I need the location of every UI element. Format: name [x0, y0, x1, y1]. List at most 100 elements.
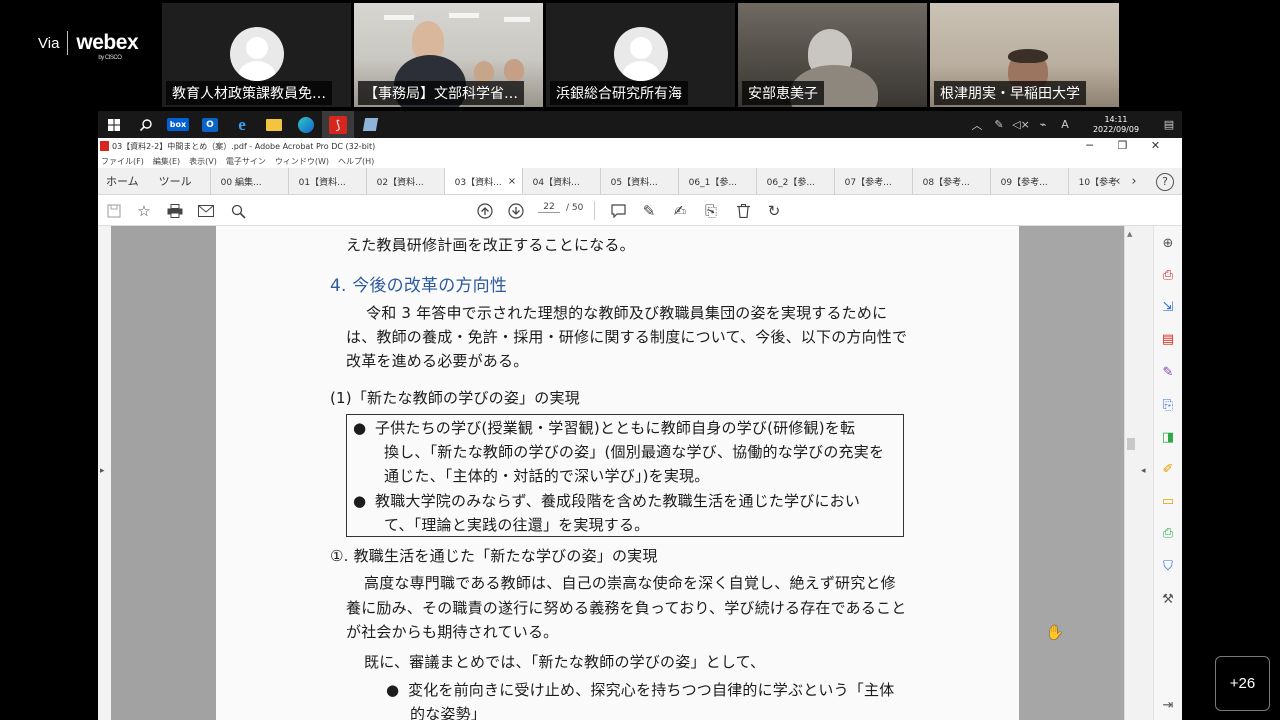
menu-esign[interactable]: 電子サイン [226, 156, 266, 167]
explorer-icon[interactable] [258, 111, 290, 138]
notification-icon[interactable]: ▤ [1156, 118, 1182, 131]
tab-close-icon[interactable]: × [508, 176, 516, 187]
print-production-icon[interactable]: ⎙ [1159, 524, 1177, 542]
ie-icon[interactable]: e [226, 111, 258, 138]
collapse-pane-icon[interactable]: ⇥ [1159, 696, 1177, 714]
create-pdf-icon[interactable]: ⇲ [1159, 298, 1177, 316]
chevron-right-icon[interactable]: › [1126, 174, 1142, 189]
tab-document[interactable]: 01【資料... [287, 168, 366, 194]
vertical-scrollbar[interactable]: ▲ [1124, 226, 1137, 720]
chevron-right-icon: ▸ [100, 466, 105, 476]
participant-tile[interactable]: 安部恵美子 [738, 3, 927, 107]
maximize-button[interactable]: ❐ [1106, 138, 1139, 154]
tools-pane: ⊕ ⎙ ⇲ ▤ ✎ ⎘ ◨ ✐ ▭ ⎙ ⛉ ⚒ ⇥ [1153, 226, 1182, 720]
page-down-icon[interactable] [506, 201, 526, 221]
menu-window[interactable]: ウィンドウ(W) [275, 156, 329, 167]
tab-document[interactable]: 04【資料... [521, 168, 600, 194]
doc-text: 換し、「新たな教師の学びの姿」(個別最適な学び、協働的な学びの充実を [384, 443, 885, 461]
doc-bullet: ● 教職大学院のみならず、養成段階を含めた教職生活を通じた学びにおい [353, 492, 861, 510]
doc-text: 的な姿勢」 [410, 705, 487, 720]
menu-edit[interactable]: 編集(E) [153, 156, 180, 167]
participant-tile[interactable]: 浜銀総合研究所有海 [546, 3, 735, 107]
mail-icon[interactable] [196, 201, 216, 221]
more-tools-icon[interactable]: ⚒ [1159, 590, 1177, 608]
windows-taskbar: box O e ⟆ ︿ ✎ ◁× ⌁ A 14:11 2022/09/09 ▤ [98, 111, 1182, 138]
left-panel-toggle[interactable]: ▸ [98, 226, 111, 720]
chevron-up-icon[interactable]: ︿ [966, 117, 988, 133]
chevron-left-icon: ◂ [1141, 466, 1146, 476]
help-icon[interactable]: ? [1156, 172, 1174, 191]
doc-text: 高度な専門職である教師は、自己の崇高な使命を深く自覚し、絶えず研究と修 [364, 574, 896, 592]
network-icon[interactable]: ⌁ [1032, 118, 1054, 131]
doc-text: 令和 3 年答申で示された理想的な教師及び教職員集団の姿を実現するために [366, 304, 888, 322]
trash-icon[interactable] [733, 201, 753, 221]
zoom-in-icon[interactable]: ⊕ [1159, 234, 1177, 252]
doc-text: は、教師の養成・免許・採用・研修に関する制度について、今後、以下の方向性で [346, 328, 908, 346]
tab-document[interactable]: 06_2【参... [755, 168, 834, 194]
pen-icon[interactable]: ✎ [988, 118, 1010, 131]
participant-tile[interactable]: 教育人材政策課教員免… [162, 3, 351, 107]
print-icon[interactable] [165, 201, 185, 221]
search-icon[interactable] [130, 111, 162, 138]
scroll-thumb[interactable] [1127, 438, 1135, 450]
star-icon[interactable]: ☆ [134, 201, 154, 221]
tab-document[interactable]: 02【資料... [365, 168, 444, 194]
sign-icon[interactable]: ✍ [670, 201, 690, 221]
tab-home[interactable]: ホーム [98, 168, 151, 194]
logo-divider [67, 31, 69, 55]
subsection-heading: (1)「新たな教師の学びの姿」の実現 [330, 389, 580, 407]
document-tabs: ホーム ツール 00 編集... 01【資料... 02【資料... 03【資料… [98, 168, 1182, 195]
zoom-icon[interactable] [228, 201, 248, 221]
window-title: 03【資料2-2】中間まとめ（案）.pdf - Adobe Acrobat Pr… [112, 141, 376, 151]
app-icon[interactable] [354, 111, 386, 138]
pen-icon[interactable]: ✎ [639, 201, 659, 221]
fill-sign-icon[interactable]: ✎ [1159, 363, 1177, 381]
comment-icon[interactable] [608, 201, 628, 221]
chevron-left-icon[interactable]: ‹ [1110, 174, 1126, 189]
outlook-icon[interactable]: O [194, 111, 226, 138]
document-viewport: ▸ えた教員研修計画を改正することになる。 4. 今後の改革の方向性 令和 3 … [98, 226, 1182, 720]
menu-view[interactable]: 表示(V) [189, 156, 217, 167]
protect-icon[interactable]: ⛉ [1159, 557, 1177, 575]
scroll-up-icon[interactable]: ▲ [1127, 230, 1132, 238]
acrobat-icon[interactable]: ⟆ [322, 111, 354, 138]
more-participants-button[interactable]: +26 [1215, 656, 1270, 711]
close-button[interactable]: ✕ [1139, 138, 1172, 154]
page-up-icon[interactable] [475, 201, 495, 221]
box-icon[interactable]: box [162, 111, 194, 138]
organize-icon[interactable]: ▤ [1159, 330, 1177, 348]
webex-logo: Via webex by CISCO [38, 30, 139, 61]
add-pdf-icon[interactable]: ⎘ [1159, 396, 1177, 414]
participant-tile[interactable]: 【事務局】文部科学省… [354, 3, 543, 107]
minimize-button[interactable]: ─ [1073, 138, 1106, 154]
right-panel-toggle[interactable]: ◂ [1137, 226, 1153, 720]
edit-pdf-icon[interactable]: ✐ [1159, 460, 1177, 478]
tab-document[interactable]: 08【参考... [911, 168, 990, 194]
pdf-page: えた教員研修計画を改正することになる。 4. 今後の改革の方向性 令和 3 年答… [216, 226, 1019, 720]
menu-file[interactable]: ファイル(F) [101, 156, 144, 167]
save-icon[interactable] [104, 201, 124, 221]
tab-document[interactable]: 06_1【参... [677, 168, 756, 194]
stamp-icon[interactable]: ⎘ [701, 201, 721, 221]
tab-document[interactable]: 00 編集... [209, 168, 288, 194]
volume-icon[interactable]: ◁× [1010, 118, 1032, 131]
compress-icon[interactable]: ◨ [1159, 428, 1177, 446]
edge-icon[interactable] [290, 111, 322, 138]
tab-document[interactable]: 07【参考... [833, 168, 912, 194]
tab-tools[interactable]: ツール [151, 168, 210, 194]
tab-document-active[interactable]: 03【資料... × [443, 168, 522, 194]
participant-tile[interactable]: 根津朋実・早稲田大学 [930, 3, 1119, 107]
menu-help[interactable]: ヘルプ(H) [338, 156, 374, 167]
comment-panel-icon[interactable]: ▭ [1159, 492, 1177, 510]
subsection-heading: ①. 教職生活を通じた「新たな学びの姿」の実現 [330, 547, 658, 565]
ime-indicator[interactable]: A [1054, 118, 1076, 131]
doc-text: 改革を進める必要がある。 [346, 352, 529, 370]
page-number-input[interactable]: 22 [538, 202, 560, 213]
clock[interactable]: 14:11 2022/09/09 [1076, 115, 1156, 135]
redo-icon[interactable]: ↻ [764, 201, 784, 221]
tab-document[interactable]: 09【参考... [989, 168, 1068, 194]
participant-name: 浜銀総合研究所有海 [550, 81, 688, 105]
windows-icon[interactable] [98, 111, 130, 138]
export-pdf-icon[interactable]: ⎙ [1159, 266, 1177, 284]
tab-document[interactable]: 05【資料... [599, 168, 678, 194]
